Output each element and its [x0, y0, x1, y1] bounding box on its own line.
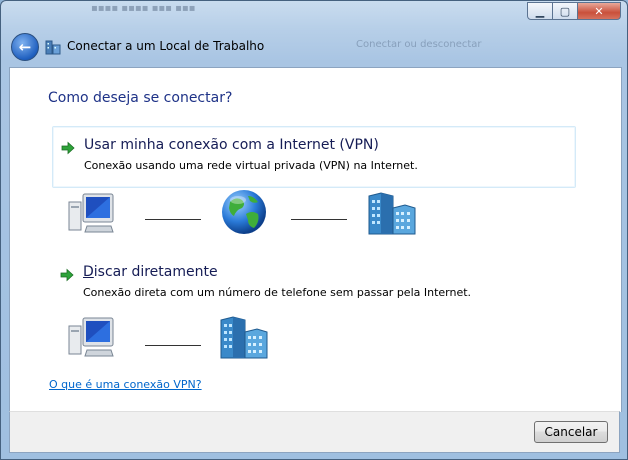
caption-buttons: ▁ ▢ ✕ [527, 2, 621, 20]
option-dial-title: Discar diretamente [83, 264, 218, 280]
close-button[interactable]: ✕ [577, 2, 621, 20]
maximize-button[interactable]: ▢ [552, 2, 578, 20]
page-heading: Como deseja se conectar? [48, 90, 233, 106]
option-vpn-description: Conexão usando uma rede virtual privada … [84, 159, 418, 172]
wizard-content: Como deseja se conectar? Usar minha cone… [9, 67, 622, 412]
option-vpn-title: Usar minha conexão com a Internet (VPN) [84, 137, 379, 153]
computer-icon [68, 193, 114, 233]
vpn-diagram [65, 188, 425, 240]
title-bar[interactable]: ▪▪▪▪ ▪▪▪▪ ▪▪▪ ▪▪▪ ▁ ▢ ✕ [1, 1, 627, 31]
wizard-title: Conectar a um Local de Trabalho [67, 39, 265, 53]
wizard-window: ▪▪▪▪ ▪▪▪▪ ▪▪▪ ▪▪▪ ▁ ▢ ✕ ← Conectar a um … [0, 0, 628, 460]
green-arrow-icon [61, 141, 75, 155]
option-dial-description: Conexão direta com um número de telefone… [83, 286, 472, 299]
vpn-help-link[interactable]: O que é uma conexão VPN? [49, 378, 202, 391]
minimize-button[interactable]: ▁ [527, 2, 553, 20]
option-vpn[interactable]: Usar minha conexão com a Internet (VPN) … [52, 126, 576, 188]
close-icon: ✕ [594, 4, 604, 18]
office-building-icon [368, 192, 416, 235]
globe-icon [222, 190, 266, 234]
background-window-ghost-text: ▪▪▪▪ ▪▪▪▪ ▪▪▪ ▪▪▪ [91, 3, 196, 14]
connection-line [145, 345, 201, 346]
computer-icon [68, 317, 114, 357]
connection-line [291, 219, 347, 220]
background-window-ghost-text: Conectar ou desconectar [356, 39, 482, 50]
option-dial-directly[interactable]: Discar diretamente Conexão direta com um… [52, 254, 574, 306]
back-arrow-icon: ← [18, 38, 32, 56]
maximize-icon: ▢ [559, 4, 571, 18]
back-button[interactable]: ← [11, 33, 39, 61]
wizard-nav-bar: ← Conectar a um Local de Trabalho Conect… [1, 29, 627, 65]
green-arrow-icon [60, 268, 74, 282]
dial-diagram [65, 312, 325, 364]
office-building-icon [220, 316, 268, 359]
workplace-connection-icon [45, 40, 61, 55]
option-dial-title-rest: iscar diretamente [93, 264, 218, 280]
wizard-footer: Cancelar [9, 411, 620, 453]
option-dial-title-accelerator: D [83, 264, 94, 280]
cancel-button[interactable]: Cancelar [534, 421, 608, 443]
minimize-icon: ▁ [535, 4, 545, 18]
connection-line [145, 219, 201, 220]
